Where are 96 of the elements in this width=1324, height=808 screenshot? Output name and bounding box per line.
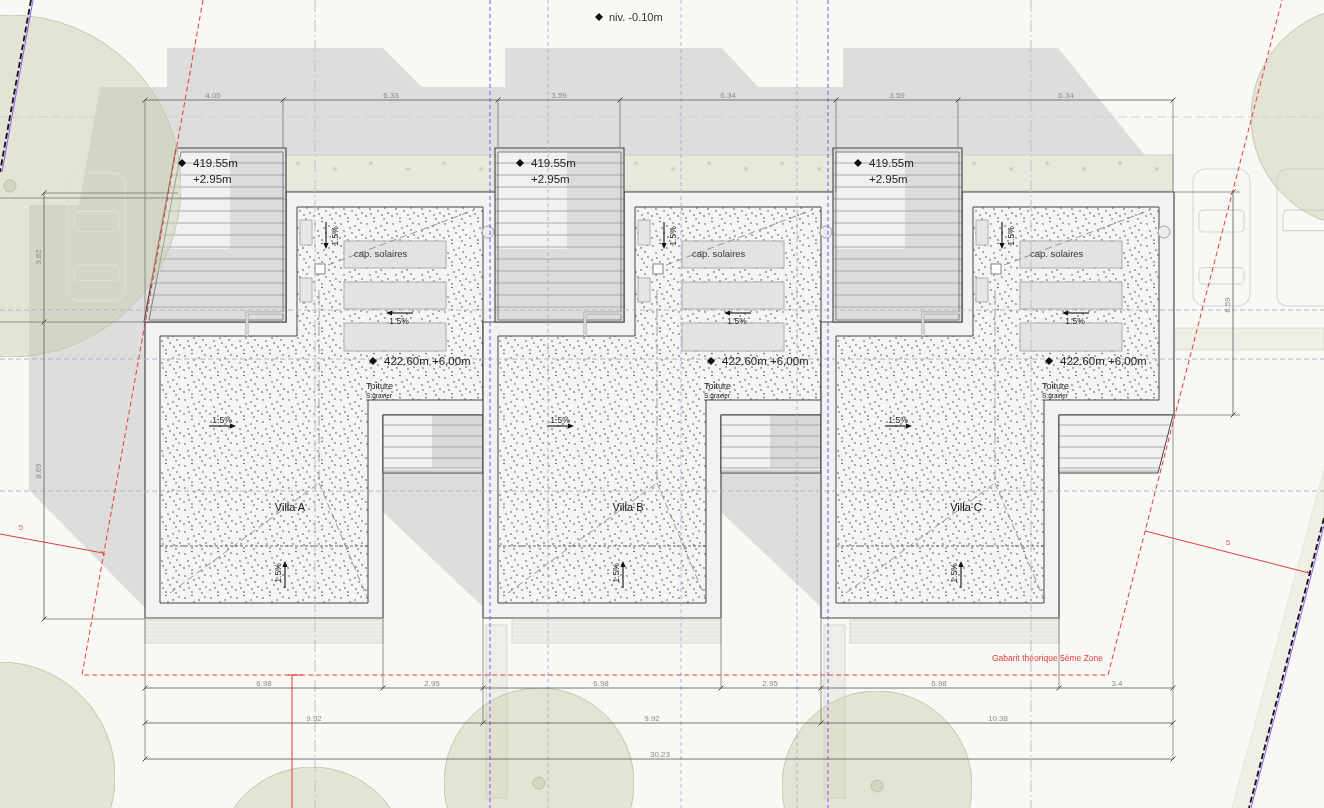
arrow-icon [546,423,574,429]
elevation-label: 422.60m +6,00m [722,355,809,367]
dimension-label: 8.69 [33,463,43,479]
gutter-pipe [245,311,285,337]
circle-icon [481,225,495,239]
dimension-label: 3.59 [551,90,567,100]
dimension-label: 3.82 [33,249,43,265]
dimension-label: 30.23 [650,749,670,759]
extension-line [382,618,384,689]
arrow-icon [323,221,329,249]
slope-label: 1.5% [949,563,959,583]
dimension-label: 6.98 [931,678,947,688]
circle-icon [1157,225,1171,239]
dimension-label: 9.92 [306,713,322,723]
villa-label: Villa C [950,501,982,513]
roof-label: Toiture [1042,381,1069,391]
villa-label: Villa B [612,501,644,513]
arrow-icon [999,221,1005,249]
slope-label: 1.5% [668,226,678,246]
arrow-icon [661,221,667,249]
slope-label: 1.5% [550,415,570,425]
elevation-marker-icon [707,357,715,365]
dimension-label: 2.95 [762,678,778,688]
panel-label: cap. solaires [692,248,746,259]
slope-label: 1.5% [611,563,621,583]
elevation-label: niv. -0.10m [609,11,663,23]
elevation-marker-icon [854,159,862,167]
dimension-label: 3.59 [889,90,905,100]
circle-icon [3,179,17,193]
dimension-label: 4.05 [205,90,221,100]
villa-label: Villa A [274,501,306,513]
setback-label: Gabarit théorique 5ème Zone [992,653,1104,663]
gutter-pipe [921,311,961,337]
slope-label: 1.5% [330,226,340,246]
elevation-marker-icon [178,159,186,167]
circle-icon [870,779,884,793]
arrow-icon [208,423,236,429]
elevation-label: 419.55m [869,157,914,169]
slope-label: 1.5% [727,316,747,326]
elevation-marker-icon [516,159,524,167]
arrow-icon [724,310,752,316]
extension-line [282,99,284,149]
elevation-marker-icon [369,357,377,365]
dimension-label: 10.38 [988,713,1008,723]
roof-hatch [314,263,326,275]
arrow-icon [620,561,626,589]
roof-hatch [652,263,664,275]
roof-hatch [990,263,1002,275]
dimension-label: 9.92 [644,713,660,723]
roof-vent [299,219,313,246]
dimension-label: 6.59 [1222,297,1232,313]
arrow-icon [282,561,288,589]
panel-label: cap. solaires [1030,248,1084,259]
slope-label: 1.5% [1065,316,1085,326]
elevation-label: +2.95m [869,173,908,185]
roof-vent [637,219,651,246]
dimension-label: 6.34 [1058,90,1074,100]
roof-vent [299,277,313,303]
elevation-marker-icon [595,13,603,21]
slope-label: 1.5% [389,316,409,326]
extension-line [619,99,621,149]
distance-label: 5 [18,523,24,532]
slope-label: 1.5% [1006,226,1016,246]
slope-label: 1.5% [212,415,232,425]
arrow-icon [884,423,912,429]
slope-label: 1.5% [888,415,908,425]
dimension-label: 6.98 [256,678,272,688]
roof-vent [975,219,989,246]
elevation-label: 419.55m [193,157,238,169]
slope-label: 1.5% [273,563,283,583]
elevation-marker-icon [1045,357,1053,365]
panel-label: cap. solaires [354,248,408,259]
distance-label: 5 [1225,538,1231,547]
extension-line [720,618,722,689]
circle-icon [819,225,833,239]
elevation-label: +2.95m [531,173,570,185]
arrow-icon [386,310,414,316]
roof-label: Toiture [704,381,731,391]
elevation-label: 422.60m +6,00m [384,355,471,367]
arrow-icon [1062,310,1090,316]
dimension-label: 2.95 [424,678,440,688]
dimension-label: 3.4 [1111,678,1123,688]
elevation-label: 422.60m +6,00m [1060,355,1147,367]
elevation-label: +2.95m [193,173,232,185]
gutter-pipe [583,311,623,337]
roof-vent [637,277,651,303]
dimension-label: 6.34 [720,90,736,100]
arrow-icon [958,561,964,589]
circle-icon [532,776,546,790]
extension-line [957,99,959,149]
dimension-label: 6.98 [593,678,609,688]
elevation-label: 419.55m [531,157,576,169]
dimension-label: 6.33 [383,90,399,100]
roof-vent [975,277,989,303]
extension-line [497,99,499,149]
roof-label: Toiture [366,381,393,391]
